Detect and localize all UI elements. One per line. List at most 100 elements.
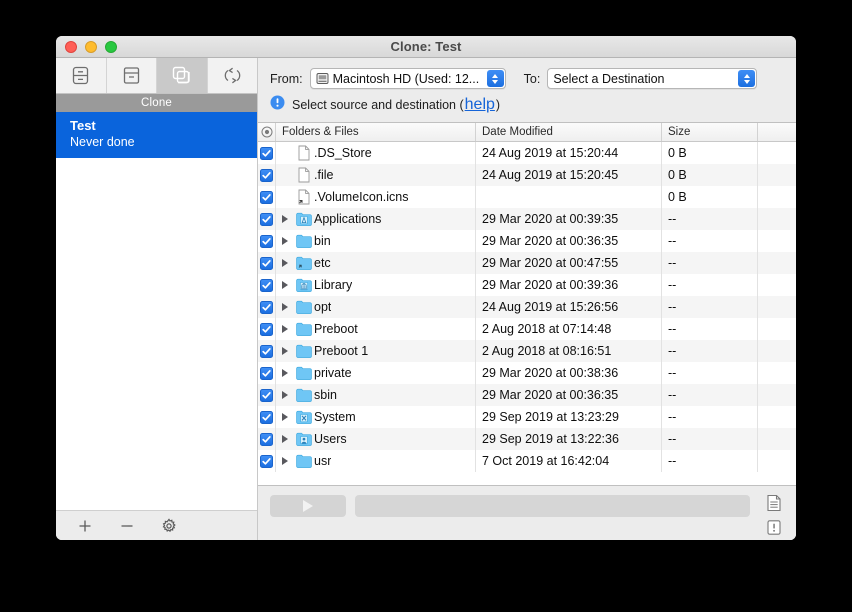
run-button[interactable] xyxy=(270,495,346,517)
disclosure-triangle-icon[interactable] xyxy=(276,457,294,465)
row-size-cell: -- xyxy=(662,362,758,384)
disclosure-triangle-icon[interactable] xyxy=(276,237,294,245)
row-extra-cell xyxy=(758,230,796,252)
row-name-cell[interactable]: .VolumeIcon.icns xyxy=(276,186,476,208)
disclosure-triangle-icon[interactable] xyxy=(276,215,294,223)
table-row[interactable]: System29 Sep 2019 at 13:23:29-- xyxy=(258,406,796,428)
table-row[interactable]: etc29 Mar 2020 at 00:47:55-- xyxy=(258,252,796,274)
table-row[interactable]: Preboot2 Aug 2018 at 07:14:48-- xyxy=(258,318,796,340)
row-name-label: private xyxy=(314,366,352,380)
alerts-button[interactable] xyxy=(764,520,784,540)
row-extra-cell xyxy=(758,362,796,384)
destination-popup-button[interactable]: Select a Destination xyxy=(547,68,757,89)
table-row[interactable]: sbin29 Mar 2020 at 00:36:35-- xyxy=(258,384,796,406)
row-extra-cell xyxy=(758,384,796,406)
tab-archive[interactable] xyxy=(107,58,158,93)
disclosure-triangle-icon[interactable] xyxy=(276,369,294,377)
row-checkbox[interactable] xyxy=(258,230,276,252)
row-name-cell[interactable]: System xyxy=(276,406,476,428)
row-name-cell[interactable]: opt xyxy=(276,296,476,318)
table-row[interactable]: opt24 Aug 2019 at 15:26:56-- xyxy=(258,296,796,318)
table-row[interactable]: Preboot 12 Aug 2018 at 08:16:51-- xyxy=(258,340,796,362)
tab-sync[interactable] xyxy=(208,58,258,93)
table-row[interactable]: Users29 Sep 2019 at 13:22:36-- xyxy=(258,428,796,450)
column-header-select[interactable] xyxy=(258,123,276,141)
row-checkbox[interactable] xyxy=(258,274,276,296)
source-popup-button[interactable]: Macintosh HD (Used: 12... xyxy=(310,68,506,89)
row-name-label: opt xyxy=(314,300,331,314)
row-extra-cell xyxy=(758,428,796,450)
row-name-cell[interactable]: usr xyxy=(276,450,476,472)
tab-backup[interactable] xyxy=(56,58,107,93)
column-header-size[interactable]: Size xyxy=(662,123,758,141)
disclosure-triangle-icon[interactable] xyxy=(276,347,294,355)
column-header-date[interactable]: Date Modified xyxy=(476,123,662,141)
row-checkbox[interactable] xyxy=(258,362,276,384)
folder-icon xyxy=(294,388,314,402)
row-extra-cell xyxy=(758,406,796,428)
row-checkbox[interactable] xyxy=(258,296,276,318)
row-name-cell[interactable]: sbin xyxy=(276,384,476,406)
disclosure-triangle-icon[interactable] xyxy=(276,281,294,289)
row-name-label: .VolumeIcon.icns xyxy=(314,190,409,204)
row-checkbox[interactable] xyxy=(258,384,276,406)
destination-popup-stepper[interactable] xyxy=(738,70,755,87)
tab-clone[interactable] xyxy=(157,58,208,93)
row-size-cell: -- xyxy=(662,450,758,472)
table-row[interactable]: bin29 Mar 2020 at 00:36:35-- xyxy=(258,230,796,252)
table-row[interactable]: .DS_Store24 Aug 2019 at 15:20:440 B xyxy=(258,142,796,164)
row-checkbox[interactable] xyxy=(258,340,276,362)
row-name-cell[interactable]: Library xyxy=(276,274,476,296)
row-checkbox[interactable] xyxy=(258,406,276,428)
table-row[interactable]: .file24 Aug 2019 at 15:20:450 B xyxy=(258,164,796,186)
row-checkbox[interactable] xyxy=(258,142,276,164)
row-name-cell[interactable]: bin xyxy=(276,230,476,252)
help-link[interactable]: help xyxy=(465,96,495,114)
row-checkbox[interactable] xyxy=(258,252,276,274)
row-checkbox[interactable] xyxy=(258,450,276,472)
row-name-cell[interactable]: Applications xyxy=(276,208,476,230)
document-lines-icon xyxy=(766,494,782,517)
run-bar xyxy=(258,486,796,540)
table-row[interactable]: usr7 Oct 2019 at 16:42:04-- xyxy=(258,450,796,472)
disclosure-triangle-icon[interactable] xyxy=(276,259,294,267)
disclosure-triangle-icon[interactable] xyxy=(276,413,294,421)
gear-icon[interactable] xyxy=(160,517,178,535)
table-row[interactable]: .VolumeIcon.icns0 B xyxy=(258,186,796,208)
row-name-cell[interactable]: etc xyxy=(276,252,476,274)
folder-icon xyxy=(294,300,314,314)
row-name-label: Preboot 1 xyxy=(314,344,368,358)
row-name-cell[interactable]: .file xyxy=(276,164,476,186)
disclosure-triangle-icon[interactable] xyxy=(276,435,294,443)
table-row[interactable]: Applications29 Mar 2020 at 00:39:35-- xyxy=(258,208,796,230)
row-name-cell[interactable]: .DS_Store xyxy=(276,142,476,164)
column-header-name[interactable]: Folders & Files xyxy=(276,123,476,141)
column-header-extra[interactable] xyxy=(758,123,796,141)
row-checkbox[interactable] xyxy=(258,428,276,450)
row-size-cell: 0 B xyxy=(662,164,758,186)
folder-icon xyxy=(294,234,314,248)
row-name-cell[interactable]: private xyxy=(276,362,476,384)
add-task-button[interactable] xyxy=(76,517,94,535)
row-checkbox[interactable] xyxy=(258,318,276,340)
left-panel: Clone Test Never done xyxy=(56,58,258,540)
row-checkbox[interactable] xyxy=(258,208,276,230)
log-button[interactable] xyxy=(764,495,784,515)
disclosure-triangle-icon[interactable] xyxy=(276,391,294,399)
row-name-cell[interactable]: Preboot xyxy=(276,318,476,340)
source-popup-value: Macintosh HD (Used: 12... xyxy=(333,72,480,86)
row-name-cell[interactable]: Preboot 1 xyxy=(276,340,476,362)
remove-task-button[interactable] xyxy=(118,517,136,535)
table-row[interactable]: private29 Mar 2020 at 00:38:36-- xyxy=(258,362,796,384)
row-name-cell[interactable]: Users xyxy=(276,428,476,450)
row-checkbox[interactable] xyxy=(258,164,276,186)
task-list-item[interactable]: Test Never done xyxy=(56,112,257,158)
table-row[interactable]: Library29 Mar 2020 at 00:39:36-- xyxy=(258,274,796,296)
disclosure-triangle-icon[interactable] xyxy=(276,325,294,333)
row-checkbox[interactable] xyxy=(258,186,276,208)
row-size-cell: 0 B xyxy=(662,142,758,164)
disclosure-triangle-icon[interactable] xyxy=(276,303,294,311)
status-text: Select source and destination ( xyxy=(292,98,464,112)
row-extra-cell xyxy=(758,274,796,296)
source-popup-stepper[interactable] xyxy=(487,70,504,87)
